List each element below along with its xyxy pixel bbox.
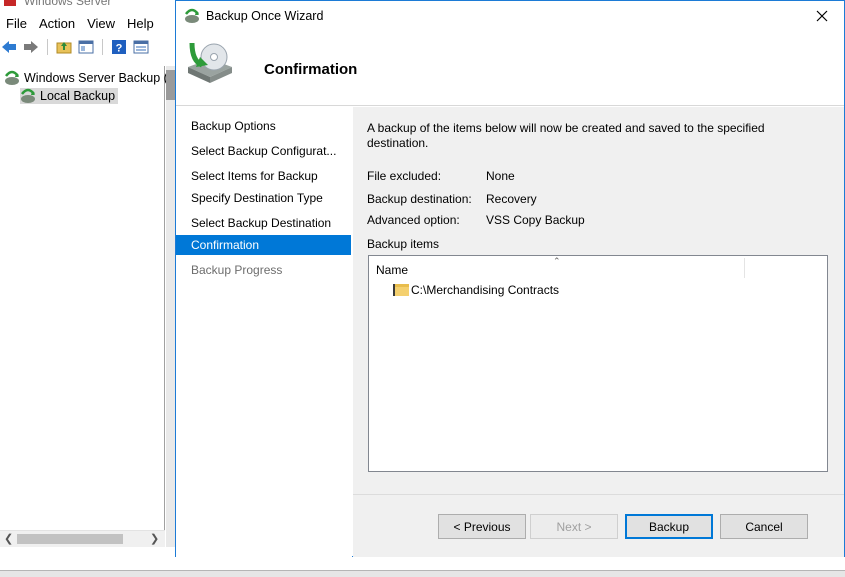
scroll-right-icon[interactable]: ❯: [150, 532, 159, 545]
console-tree: Windows Server Backup (L Local Backup: [0, 66, 175, 532]
backup-once-wizard: Backup Once Wizard Confirmation Backup O…: [175, 0, 845, 557]
mmc-title: Windows Server: [24, 0, 112, 8]
menu-bar: File Action View Help: [0, 12, 175, 34]
backup-icon: [5, 70, 19, 85]
list-item[interactable]: C:\Merchandising Contracts: [393, 283, 559, 297]
toolbar: ?: [0, 36, 175, 58]
backup-items-list[interactable]: Name ⌃ C:\Merchandising Contracts: [368, 255, 828, 472]
file-excluded-value: None: [486, 169, 515, 183]
folder-icon: [393, 284, 409, 296]
step-backup-options[interactable]: Backup Options: [176, 116, 351, 136]
back-arrow-icon[interactable]: [0, 38, 18, 56]
cancel-button[interactable]: Cancel: [720, 514, 808, 539]
step-select-backup-configuration[interactable]: Select Backup Configurat...: [176, 141, 351, 161]
close-icon: [816, 10, 828, 22]
wizard-header: Confirmation: [176, 31, 844, 106]
help-icon[interactable]: ?: [110, 38, 128, 56]
sort-ascending-icon: ⌃: [553, 256, 561, 266]
folder-up-icon[interactable]: [55, 38, 73, 56]
show-hide-tree-icon[interactable]: [77, 38, 95, 56]
backup-destination-value: Recovery: [486, 192, 537, 206]
step-select-backup-destination[interactable]: Select Backup Destination: [176, 213, 351, 233]
backup-icon: [21, 88, 35, 103]
menu-help[interactable]: Help: [121, 16, 160, 31]
menu-view[interactable]: View: [81, 16, 121, 31]
scroll-left-icon[interactable]: ❮: [4, 532, 13, 545]
toolbar-separator: [47, 39, 48, 55]
status-bar: [0, 570, 845, 577]
backup-drive-icon: [188, 42, 232, 83]
details-pane-edge: [166, 66, 175, 547]
tree-item-windows-server-backup[interactable]: Windows Server Backup (L: [4, 70, 175, 86]
file-excluded-row: File excluded: None: [367, 169, 515, 183]
scrollbar-thumb[interactable]: [17, 534, 123, 544]
mmc-titlebar: Windows Server: [0, 0, 175, 8]
backup-items-label: Backup items: [367, 237, 440, 251]
toolbar-separator: [102, 39, 103, 55]
backup-item-path: C:\Merchandising Contracts: [411, 283, 560, 297]
column-header-name[interactable]: Name: [376, 263, 408, 277]
tree-child-label: Local Backup: [40, 89, 116, 103]
next-button: Next >: [530, 514, 618, 539]
close-button[interactable]: [800, 1, 844, 31]
backup-destination-label: Backup destination:: [367, 192, 472, 206]
menu-action[interactable]: Action: [33, 16, 81, 31]
advanced-option-row: Advanced option: VSS Copy Backup: [367, 213, 585, 227]
tree-item-local-backup[interactable]: Local Backup: [20, 88, 119, 104]
menu-file[interactable]: File: [0, 16, 33, 31]
backup-destination-row: Backup destination: Recovery: [367, 192, 537, 206]
step-backup-progress: Backup Progress: [191, 263, 283, 277]
svg-text:?: ?: [116, 43, 123, 55]
advanced-option-label: Advanced option:: [367, 213, 460, 227]
previous-button[interactable]: < Previous: [438, 514, 526, 539]
confirmation-panel: A backup of the items below will now be …: [353, 107, 844, 494]
advanced-option-value: VSS Copy Backup: [486, 213, 585, 227]
backup-button[interactable]: Backup: [625, 514, 713, 539]
step-confirmation[interactable]: Confirmation: [176, 235, 351, 255]
tree-root-label: Windows Server Backup (L: [24, 71, 175, 85]
wizard-title: Backup Once Wizard: [206, 9, 324, 23]
page-title: Confirmation: [264, 61, 358, 78]
column-divider[interactable]: [744, 258, 745, 278]
wizard-footer: < Previous Next > Backup Cancel: [353, 494, 844, 557]
file-excluded-label: File excluded:: [367, 169, 442, 183]
properties-icon[interactable]: [132, 38, 150, 56]
step-specify-destination-type[interactable]: Specify Destination Type: [176, 188, 351, 208]
wizard-titlebar: Backup Once Wizard: [176, 1, 844, 31]
forward-arrow-icon[interactable]: [22, 38, 40, 56]
list-header: Name ⌃: [369, 256, 827, 280]
step-select-items-for-backup[interactable]: Select Items for Backup: [176, 166, 351, 186]
horizontal-scrollbar[interactable]: ❮ ❯: [0, 530, 165, 547]
intro-text: A backup of the items below will now be …: [367, 121, 765, 150]
app-icon: [4, 0, 16, 6]
wizard-steps-nav: Backup Options Select Backup Configurat.…: [176, 107, 352, 557]
backup-icon: [185, 8, 199, 23]
